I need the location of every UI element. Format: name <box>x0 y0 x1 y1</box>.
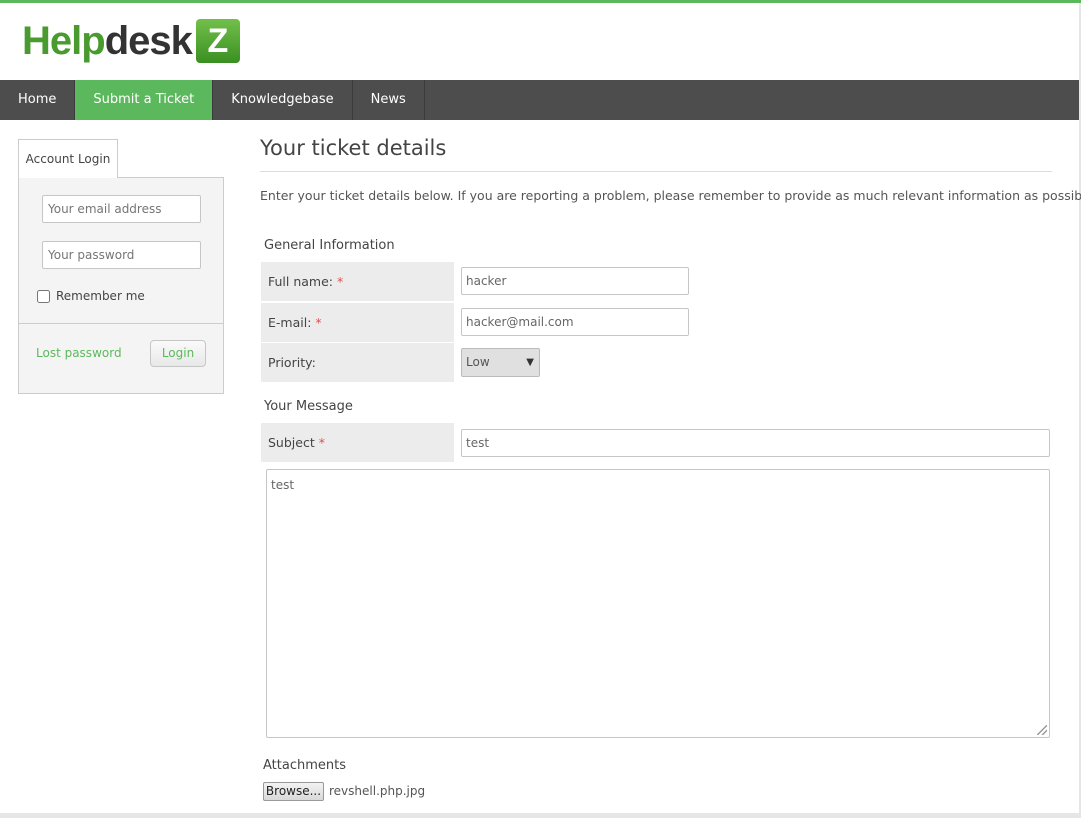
page-title: Your ticket details <box>260 136 447 160</box>
message-text: test <box>271 478 295 492</box>
required-mark: * <box>315 315 322 330</box>
browse-button[interactable]: Browse... <box>263 782 324 801</box>
title-divider <box>260 171 1052 172</box>
subject-label-cell: Subject * <box>261 423 454 462</box>
remember-me-checkbox[interactable] <box>37 289 50 303</box>
main-nav: Home Submit a Ticket Knowledgebase News <box>0 80 1079 120</box>
message-textarea[interactable]: test <box>266 469 1050 738</box>
priority-value: Low <box>466 355 490 369</box>
nav-item-home[interactable]: Home <box>0 80 76 120</box>
nav-item-submit-ticket[interactable]: Submit a Ticket <box>75 80 214 120</box>
bottom-edge <box>0 813 1081 818</box>
logo-help-text: Help <box>22 19 106 63</box>
remember-me[interactable]: Remember me <box>37 289 145 303</box>
login-panel: Remember me Lost password Login <box>18 177 224 394</box>
logo-text: Helpdesk <box>22 17 193 65</box>
remember-me-label: Remember me <box>56 289 145 303</box>
required-mark: * <box>337 274 344 289</box>
intro-text: Enter your ticket details below. If you … <box>260 188 1081 203</box>
email-label: E-mail: * <box>268 315 322 330</box>
email-field[interactable]: hacker@mail.com <box>461 308 689 336</box>
nav-item-news[interactable]: News <box>353 80 425 120</box>
subject-label: Subject * <box>268 435 325 450</box>
priority-label: Priority: <box>268 355 316 370</box>
logo-badge: Z <box>195 19 240 63</box>
lost-password-link[interactable]: Lost password <box>36 346 122 360</box>
general-info-heading: General Information <box>264 238 395 253</box>
message-heading: Your Message <box>264 399 353 414</box>
password-input[interactable] <box>42 241 201 269</box>
priority-select[interactable]: Low ▼ <box>461 348 540 377</box>
email-label-cell: E-mail: * <box>261 303 454 342</box>
resize-grip-icon[interactable] <box>1037 725 1047 735</box>
logo-desk-text: desk <box>104 19 193 63</box>
required-mark: * <box>318 435 325 450</box>
account-login-tab[interactable]: Account Login <box>18 139 118 178</box>
attachment-file-name: revshell.php.jpg <box>329 784 426 798</box>
chevron-down-icon: ▼ <box>526 357 534 368</box>
nav-item-knowledgebase[interactable]: Knowledgebase <box>213 80 353 120</box>
subject-field[interactable]: test <box>461 429 1050 457</box>
fullname-field[interactable]: hacker <box>461 267 689 295</box>
top-accent-bar <box>0 0 1081 3</box>
email-input[interactable] <box>42 195 201 223</box>
helpdeskz-logo[interactable]: Helpdesk Z <box>22 17 240 65</box>
login-button[interactable]: Login <box>150 340 206 367</box>
attachments-heading: Attachments <box>263 758 346 773</box>
fullname-label: Full name: * <box>268 274 344 289</box>
login-divider <box>19 323 223 324</box>
priority-label-cell: Priority: <box>261 343 454 382</box>
fullname-label-cell: Full name: * <box>261 262 454 301</box>
